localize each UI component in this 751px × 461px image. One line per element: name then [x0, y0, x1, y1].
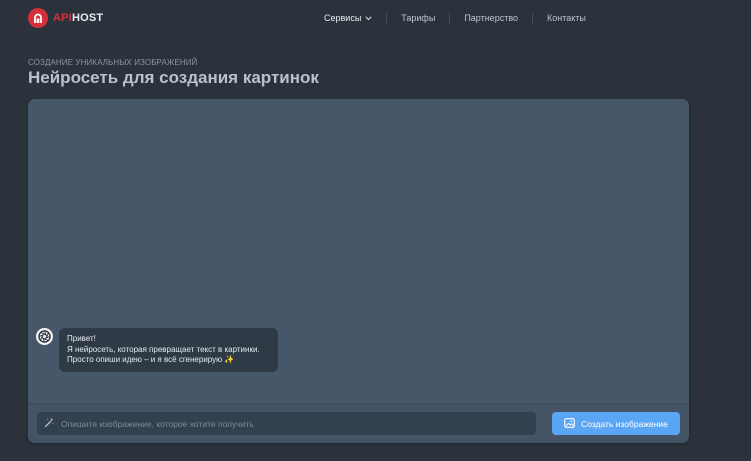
top-navigation: APIHOST Сервисы Тарифы Партнерство Конта… — [0, 0, 751, 40]
main-nav: Сервисы Тарифы Партнерство Контакты — [310, 13, 600, 23]
page-subtitle: СОЗДАНИЕ УНИКАЛЬНЫХ ИЗОБРАЖЕНИЙ — [28, 58, 198, 67]
chat-line: Привет! — [67, 334, 96, 343]
image-generator-panel: Привет! Я нейросеть, которая превращает … — [28, 99, 689, 443]
image-icon — [564, 417, 575, 430]
aperture-icon — [36, 328, 53, 345]
nav-item-contacts[interactable]: Контакты — [533, 13, 600, 23]
prompt-input[interactable] — [61, 418, 521, 429]
chat-bubble: Привет! Я нейросеть, которая превращает … — [59, 328, 278, 372]
chat-message: Привет! Я нейросеть, которая превращает … — [36, 328, 278, 372]
nav-item-partnership[interactable]: Партнерство — [450, 13, 532, 23]
nav-item-tariffs[interactable]: Тарифы — [387, 13, 449, 23]
page-title: Нейросеть для создания картинок — [28, 68, 319, 87]
chat-line: Просто опиши идею – и я всё сгенерирую ✨ — [67, 355, 269, 366]
create-image-button-label: Создать изображение — [581, 418, 668, 429]
create-image-button[interactable]: Создать изображение — [552, 412, 680, 435]
nav-item-services[interactable]: Сервисы — [310, 13, 386, 23]
logo[interactable]: APIHOST — [28, 8, 103, 28]
composer-bar: Создать изображение — [28, 403, 689, 443]
apihost-logo-icon — [28, 8, 48, 28]
sparkle-icon: ✨ — [224, 355, 235, 364]
prompt-input-wrapper[interactable] — [37, 412, 536, 435]
chat-line-text: Просто опиши идею – и я всё сгенерирую — [67, 355, 223, 364]
magic-wand-icon — [44, 415, 55, 433]
chat-line: Я нейросеть, которая превращает текст в … — [67, 344, 260, 354]
logo-text-host: HOST — [71, 12, 104, 24]
nav-item-services-label: Сервисы — [324, 13, 362, 23]
chevron-down-icon — [365, 13, 372, 23]
logo-text: APIHOST — [53, 12, 103, 24]
logo-text-api: API — [53, 12, 72, 24]
